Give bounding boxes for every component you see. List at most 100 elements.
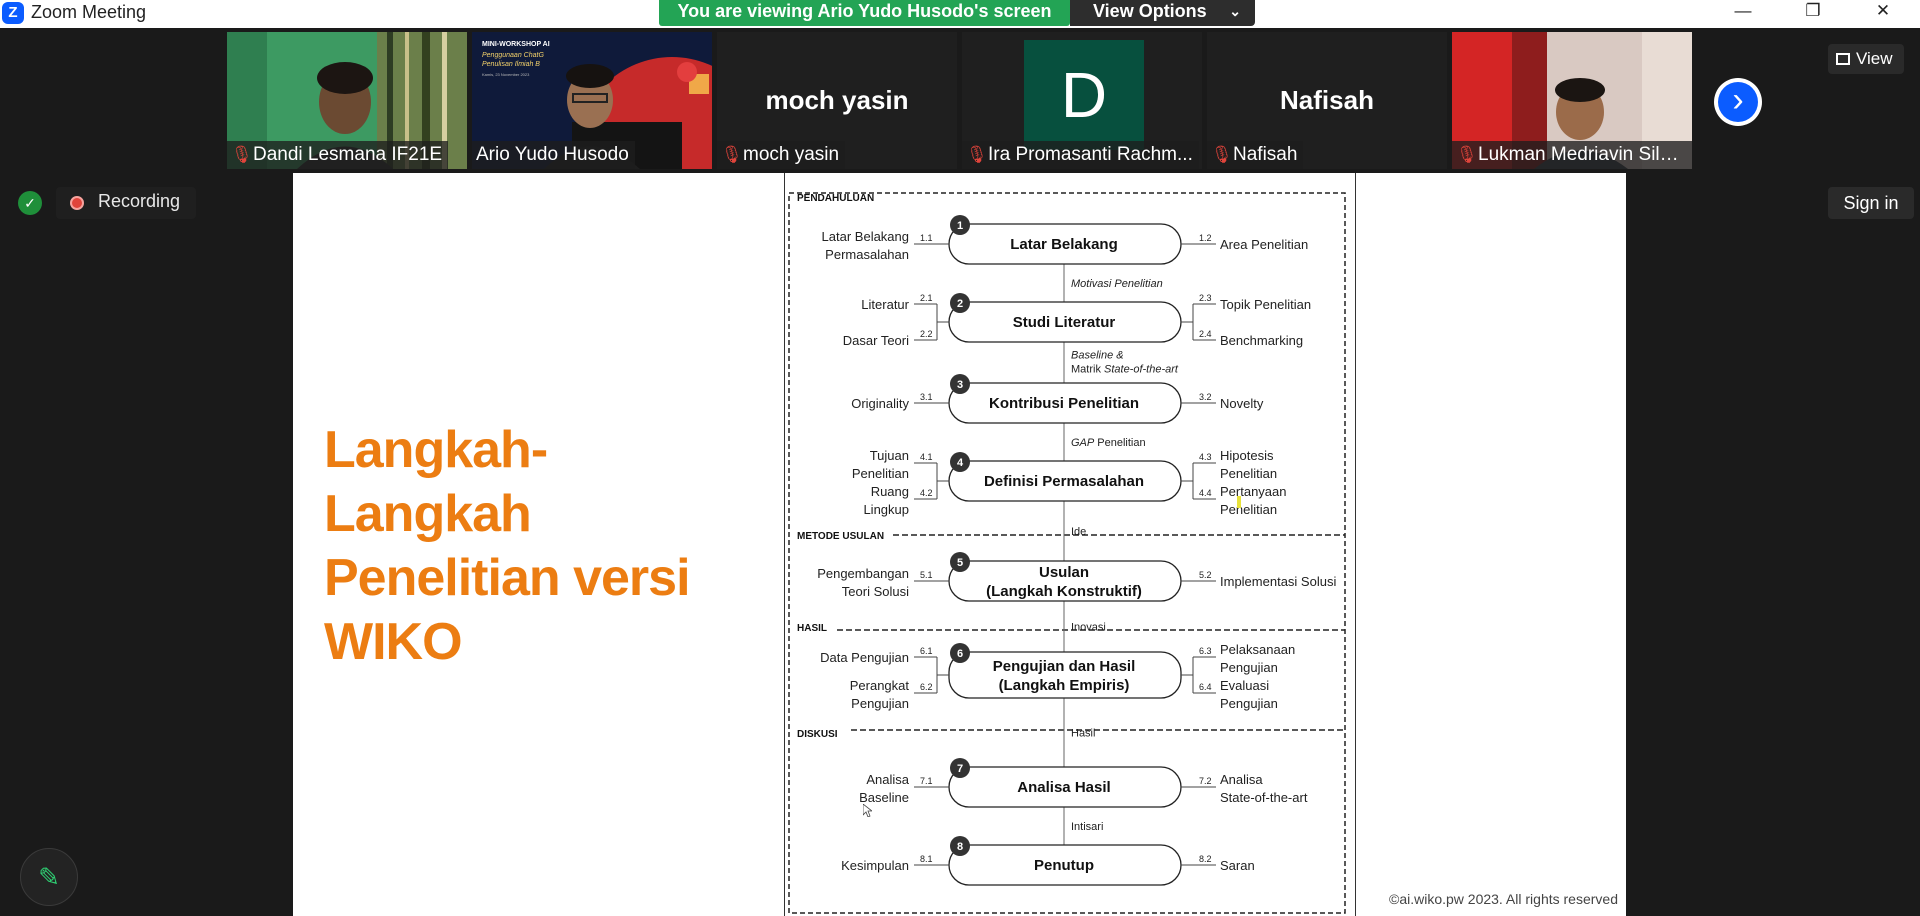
participant-name-label: 🎙Lukman Medriavin Sila... [1452, 141, 1692, 169]
record-dot-icon [70, 196, 84, 210]
slide-copyright: ©ai.wiko.pw 2023. All rights reserved [1389, 891, 1618, 907]
mic-muted-icon: 🎙 [1456, 145, 1478, 164]
chevron-down-icon: ⌄ [1229, 3, 1241, 19]
participant-tile-active-speaker[interactable]: MINI-WORKSHOP AI Penggunaan ChatG Penuli… [472, 32, 712, 169]
diagram-item-label: State-of-the-art [1220, 790, 1308, 805]
highlighter-mark [1237, 496, 1241, 508]
participant-tile[interactable]: 🎙Lukman Medriavin Sila... [1452, 32, 1692, 169]
diagram-item-code: 6.2 [920, 682, 933, 692]
diagram-item-label: Permasalahan [825, 247, 909, 262]
diagram-step-number: 4 [957, 457, 964, 469]
diagram-item-code: 6.1 [920, 646, 933, 656]
participant-tile[interactable]: 🎙Dandi Lesmana IF21E [227, 32, 467, 169]
view-label: View [1856, 49, 1893, 68]
diagram-step-number: 8 [957, 841, 963, 853]
diagram-item-label: Evaluasi [1220, 678, 1269, 693]
mic-muted-icon: 🎙 [231, 145, 253, 164]
minimize-button[interactable]: — [1720, 0, 1766, 24]
diagram-step-title: (Langkah Empiris) [999, 677, 1130, 694]
diagram-step-title: Analisa Hasil [1017, 779, 1110, 796]
participant-name-label: 🎙Ira Promasanti Rachm... [962, 141, 1199, 169]
diagram-connector-label: Intisari [1071, 821, 1103, 833]
diagram-item-label: Dasar Teori [843, 333, 909, 348]
diagram-section-label: METODE USULAN [797, 531, 884, 542]
recording-indicator[interactable]: Recording [56, 187, 196, 219]
diagram-item-label: Penelitian [1220, 502, 1277, 517]
diagram-item-label: Data Pengujian [820, 650, 909, 665]
diagram-item-label: Pengembangan [817, 566, 909, 581]
research-steps-diagram: PENDAHULUAN METODE USULAN HASIL DISKUSI Moti… [783, 173, 1357, 916]
slide-title-line: Penelitian versi [324, 549, 691, 607]
mic-muted-icon: 🎙 [721, 145, 743, 164]
diagram-connector-label: Matrik State-of-the-art [1071, 364, 1179, 376]
diagram-item-label: Implementasi Solusi [1220, 574, 1336, 589]
diagram-step-title: Studi Literatur [1013, 314, 1116, 331]
diagram-item-label: Penelitian [1220, 466, 1277, 481]
diagram-step-title: (Langkah Konstruktif) [986, 583, 1142, 600]
diagram-step-title: Definisi Permasalahan [984, 473, 1144, 490]
participant-avatar: D [1024, 40, 1144, 150]
view-options-button[interactable]: View Options ⌄ [1070, 0, 1255, 26]
diagram-item-code: 1.2 [1199, 233, 1212, 243]
participant-name-label: 🎙Dandi Lesmana IF21E [227, 141, 449, 169]
diagram-step-title: Penutup [1034, 857, 1094, 874]
diagram-step-number: 7 [957, 763, 963, 775]
diagram-item-code: 1.1 [920, 233, 933, 243]
diagram-item-code: 6.4 [1199, 682, 1212, 692]
diagram-item-label: Analisa [866, 772, 909, 787]
diagram-item-label: Tujuan [870, 448, 909, 463]
diagram-item-label: Pertanyaan [1220, 484, 1287, 499]
diagram-item-label: Topik Penelitian [1220, 297, 1311, 312]
zoom-logo-icon: Z [2, 2, 24, 24]
diagram-item-code: 7.1 [920, 776, 933, 786]
diagram-item-code: 4.3 [1199, 452, 1212, 462]
diagram-item-code: 5.1 [920, 570, 933, 580]
participant-tile[interactable]: moch yasin 🎙moch yasin [717, 32, 957, 169]
next-page-button[interactable] [1714, 78, 1762, 126]
participant-name-label: 🎙moch yasin [717, 141, 846, 169]
view-options-label: View Options [1093, 1, 1207, 21]
diagram-step-title: Usulan [1039, 564, 1089, 581]
diagram-item-code: 5.2 [1199, 570, 1212, 580]
diagram-item-code: 7.2 [1199, 776, 1212, 786]
sign-in-button[interactable]: Sign in [1828, 187, 1914, 219]
diagram-step-title: Latar Belakang [1010, 236, 1118, 253]
viewing-screen-banner: You are viewing Ario Yudo Husodo's scree… [659, 0, 1070, 26]
mic-muted-icon: 🎙 [966, 145, 988, 164]
poster-line1: MINI-WORKSHOP AI [482, 41, 550, 48]
close-button[interactable]: ✕ [1860, 0, 1906, 24]
restore-button[interactable]: ❐ [1790, 0, 1836, 24]
diagram-item-label: Penelitian [852, 466, 909, 481]
diagram-section-label: PENDAHULUAN [797, 193, 874, 204]
diagram-item-code: 8.2 [1199, 854, 1212, 864]
diagram-item-label: Lingkup [863, 502, 909, 517]
poster-line4: Kamis, 23 November 2023 [482, 72, 530, 77]
diagram-item-label: Ruang [871, 484, 909, 499]
diagram-item-label: Benchmarking [1220, 333, 1303, 348]
diagram-step-title: Pengujian dan Hasil [993, 658, 1136, 675]
diagram-item-label: Latar Belakang [822, 229, 909, 244]
diagram-item-label: Originality [851, 396, 909, 411]
diagram-step-number: 2 [957, 298, 963, 310]
annotate-pen-button[interactable]: ✎ [20, 848, 78, 906]
pencil-icon: ✎ [38, 862, 60, 892]
diagram-item-code: 2.4 [1199, 329, 1212, 339]
grid-icon [1836, 53, 1850, 65]
diagram-item-label: Area Penelitian [1220, 237, 1308, 252]
diagram-connector-label: Inovasi [1071, 622, 1106, 634]
recording-label: Recording [98, 191, 181, 211]
diagram-item-code: 4.4 [1199, 488, 1212, 498]
diagram-step-number: 1 [957, 220, 963, 232]
participant-tile[interactable]: Nafisah 🎙Nafisah [1207, 32, 1447, 169]
security-shield-icon[interactable]: ✓ [18, 191, 42, 215]
diagram-item-code: 4.2 [920, 488, 933, 498]
participant-name-label: Ario Yudo Husodo [472, 141, 635, 169]
view-button[interactable]: View [1828, 44, 1904, 74]
diagram-item-label: Pengujian [1220, 660, 1278, 675]
diagram-item-label: Pelaksanaan [1220, 642, 1295, 657]
diagram-item-code: 4.1 [920, 452, 933, 462]
participant-tile[interactable]: D 🎙Ira Promasanti Rachm... [962, 32, 1202, 169]
diagram-item-label: Baseline [859, 790, 909, 805]
diagram-item-label: Teori Solusi [842, 584, 909, 599]
diagram-step-title: Kontribusi Penelitian [989, 395, 1139, 412]
